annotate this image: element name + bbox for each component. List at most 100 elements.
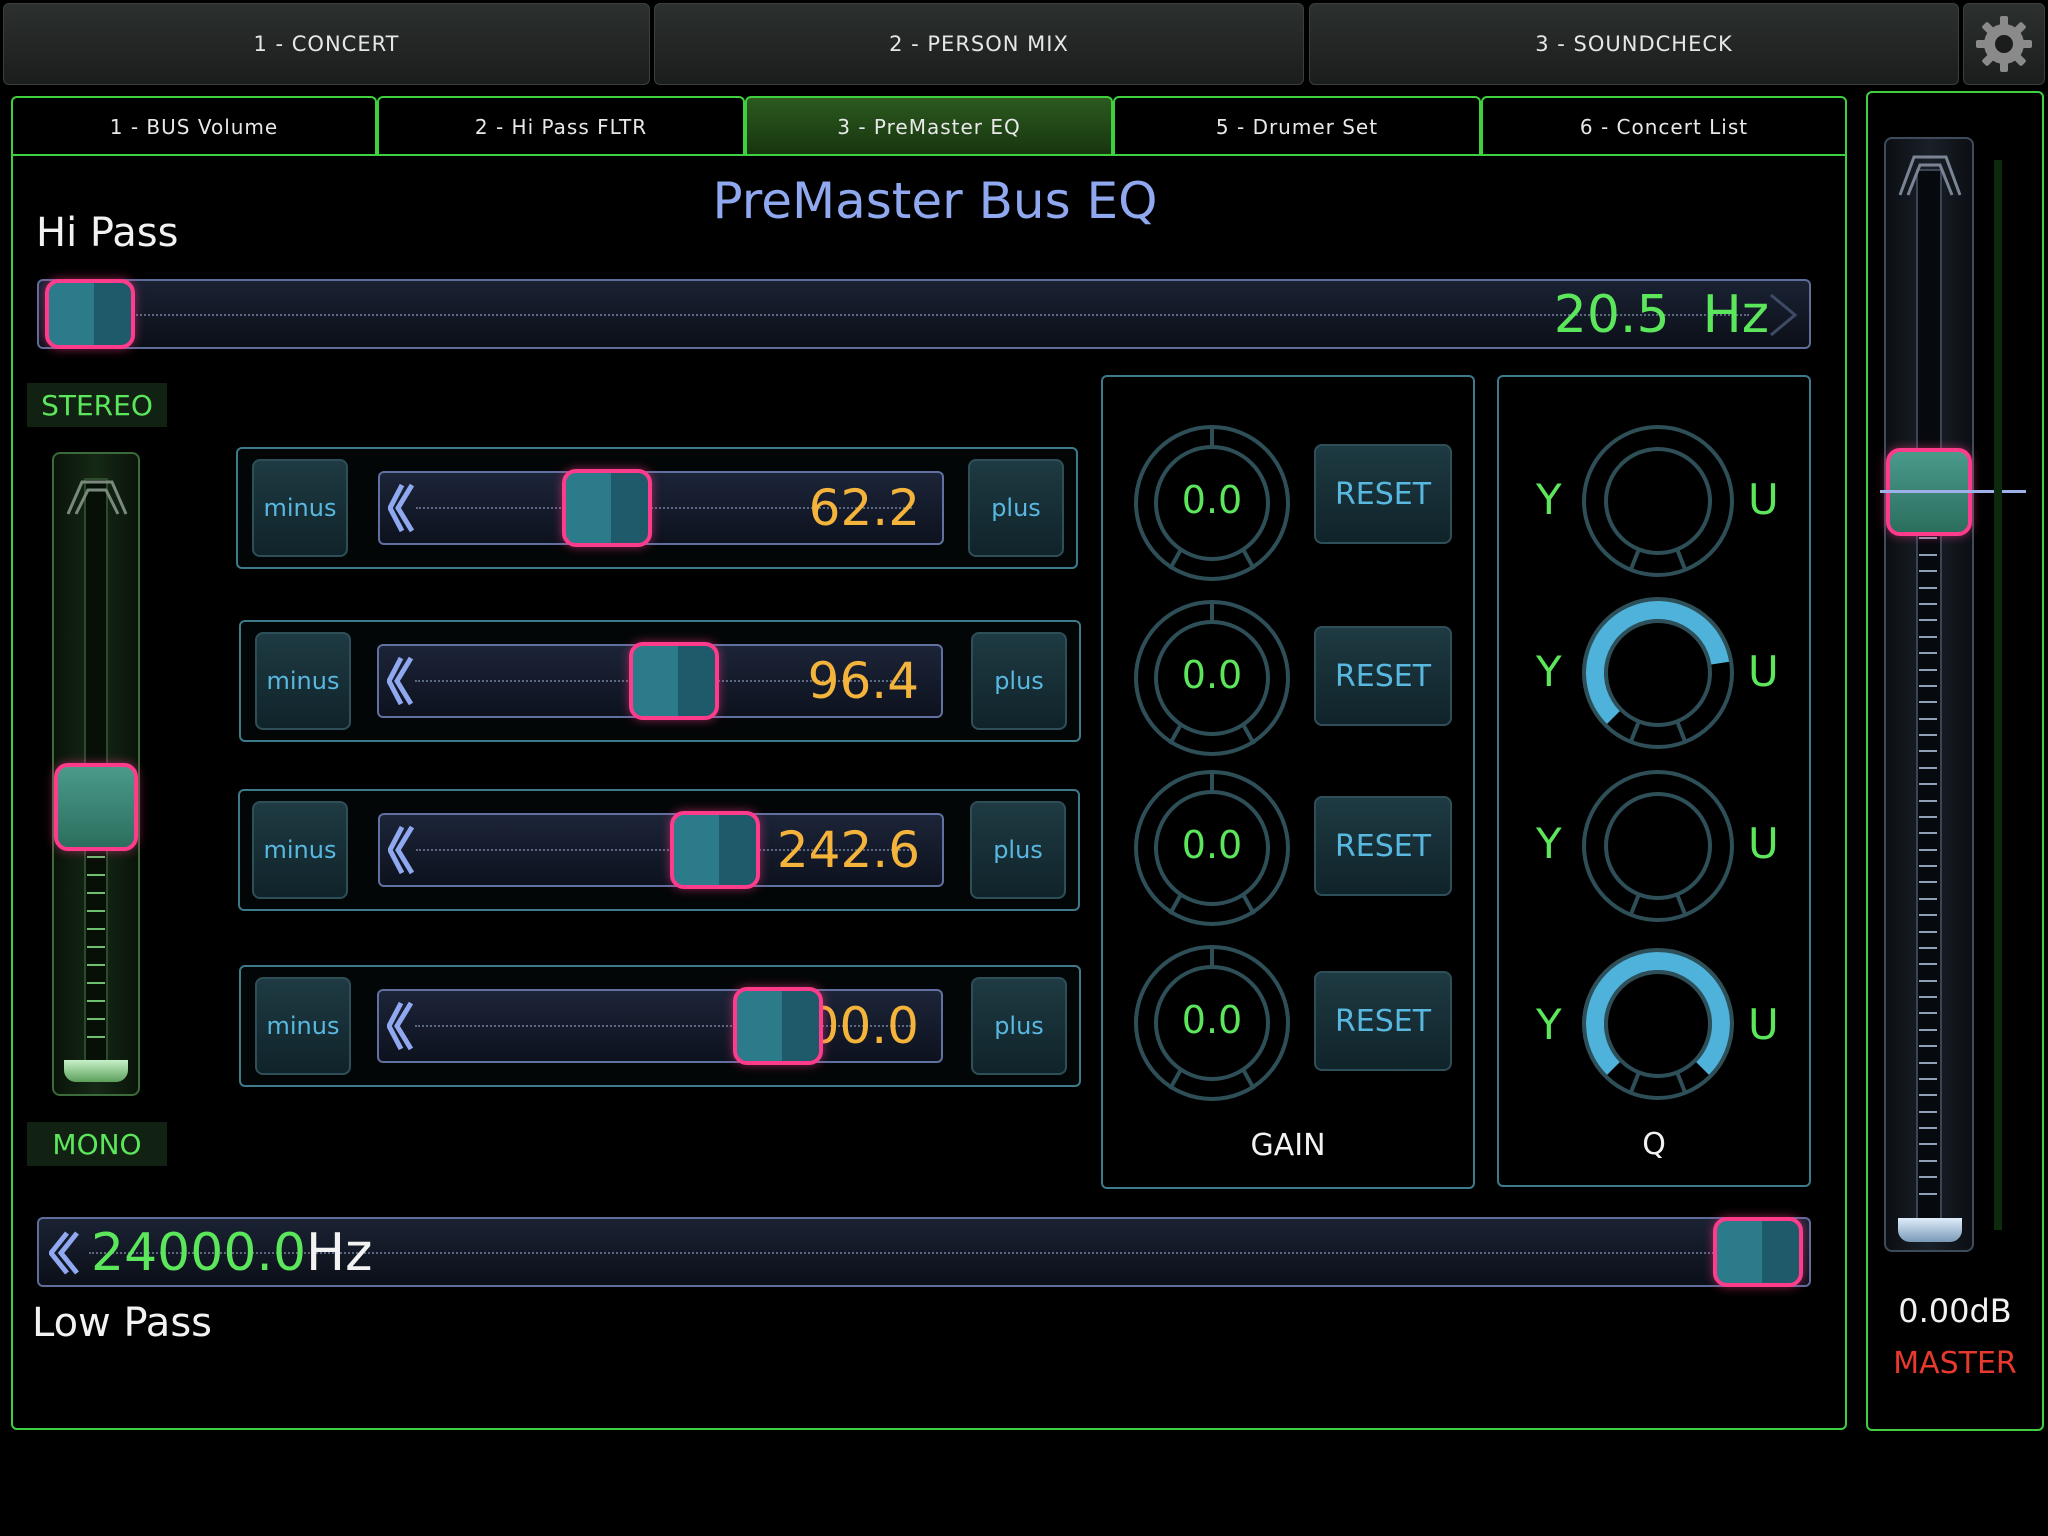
gain-value-2: 0.0 <box>1181 653 1243 697</box>
stereo-mono-fader[interactable] <box>52 452 140 1096</box>
band-3-value: 242.6 <box>776 821 920 879</box>
fader-tick <box>1919 1045 1937 1048</box>
fader-tick <box>1919 914 1937 917</box>
fader-tick <box>1919 1192 1937 1195</box>
chevron-left-icon <box>49 1231 79 1275</box>
top-tab-label: 1 - CONCERT <box>253 32 400 56</box>
band-3-thumb[interactable] <box>670 811 761 889</box>
stereo-label: STEREO <box>27 383 167 427</box>
gain-value-4: 0.0 <box>1181 998 1243 1042</box>
settings-button[interactable] <box>1963 3 2045 85</box>
q-right-label: U <box>1748 647 1779 696</box>
fader-tick <box>87 964 105 967</box>
band-3-slider[interactable]: 242.6 <box>378 811 944 889</box>
fader-tick <box>1919 897 1937 900</box>
master-meter <box>1994 160 2002 1230</box>
top-tab-concert[interactable]: 1 - CONCERT <box>3 3 650 85</box>
chevron-left-icon <box>388 825 414 875</box>
tab-label: 3 - PreMaster EQ <box>837 115 1021 139</box>
fader-tick <box>87 910 105 913</box>
low-pass-slider[interactable]: 24000.0Hz <box>37 1217 1811 1287</box>
fader-tick <box>1919 537 1937 540</box>
fader-tick <box>1919 635 1937 638</box>
q-left-label: Y <box>1536 819 1562 868</box>
chevron-right-icon <box>1770 293 1798 337</box>
fader-tick <box>1919 1176 1937 1179</box>
fader-ticks <box>1916 488 1942 1209</box>
fader-tick <box>1919 1012 1937 1015</box>
fader-tick <box>1919 783 1937 786</box>
eq-band-4: minus 1800.0 plus <box>239 965 1081 1087</box>
band-4-plus-button[interactable]: plus <box>971 977 1067 1075</box>
master-level-line <box>1880 490 2026 494</box>
fader-tick <box>1919 799 1937 802</box>
fader-base <box>64 1060 128 1082</box>
band-3-minus-button[interactable]: minus <box>252 801 348 899</box>
band-1-plus-button[interactable]: plus <box>968 459 1064 557</box>
band-1-thumb[interactable] <box>561 469 652 547</box>
tab-premaster-eq[interactable]: 3 - PreMaster EQ <box>745 96 1113 156</box>
tab-hi-pass-fltr[interactable]: 2 - Hi Pass FLTR <box>377 96 745 156</box>
fader-tick <box>1919 570 1937 573</box>
knob-tick <box>1675 1071 1688 1094</box>
fader-tick <box>1919 1127 1937 1130</box>
q-knob-3[interactable] <box>1580 768 1736 924</box>
band-2-slider[interactable]: 96.4 <box>377 642 943 720</box>
gain-reset-button-3[interactable]: RESET <box>1314 796 1452 896</box>
gain-reset-button-1[interactable]: RESET <box>1314 444 1452 544</box>
band-2-minus-button[interactable]: minus <box>255 632 351 730</box>
fader-tick <box>1919 603 1937 605</box>
gear-icon <box>1976 16 2032 72</box>
band-3-plus-button[interactable]: plus <box>970 801 1066 899</box>
fader-tick <box>1919 766 1937 769</box>
tab-label: 2 - Hi Pass FLTR <box>474 115 648 139</box>
q-right-label: U <box>1748 819 1779 868</box>
band-2-thumb[interactable] <box>628 642 719 720</box>
tab-bus-volume[interactable]: 1 - BUS Volume <box>11 96 377 156</box>
band-2-value: 96.4 <box>807 652 919 710</box>
band-1-slider[interactable]: 62.2 <box>378 469 944 547</box>
fader-tick <box>87 856 105 859</box>
master-label: MASTER <box>1893 1346 2017 1381</box>
gain-reset-button-2[interactable]: RESET <box>1314 626 1452 726</box>
top-tab-soundcheck[interactable]: 3 - SOUNDCHECK <box>1309 3 1959 85</box>
fader-tick <box>1919 946 1937 949</box>
q-left-label: Y <box>1536 647 1562 696</box>
gain-reset-button-4[interactable]: RESET <box>1314 971 1452 1071</box>
fader-tick <box>1919 668 1937 671</box>
low-pass-thumb[interactable] <box>1713 1217 1803 1287</box>
q-knob-4[interactable] <box>1580 946 1736 1102</box>
band-2-plus-button[interactable]: plus <box>971 632 1067 730</box>
hi-pass-slider[interactable]: 20.5 Hz <box>37 279 1811 349</box>
fader-tick <box>1919 553 1937 556</box>
band-4-slider[interactable]: 1800.0 <box>377 987 943 1065</box>
fader-base <box>1898 1218 1962 1242</box>
chevron-left-icon <box>387 1001 413 1051</box>
master-fader[interactable] <box>1884 137 1974 1252</box>
fader-tick <box>1919 832 1937 835</box>
knob-inner-ring <box>1604 970 1712 1078</box>
tab-concert-list[interactable]: 6 - Concert List <box>1481 96 1847 156</box>
band-4-thumb[interactable] <box>732 987 823 1065</box>
eq-band-2: minus 96.4 plus <box>239 620 1081 742</box>
fader-tick <box>1919 684 1937 687</box>
band-1-minus-button[interactable]: minus <box>252 459 348 557</box>
eq-band-3: minus 242.6 plus <box>238 789 1080 911</box>
q-knob-1[interactable] <box>1580 423 1736 579</box>
top-tab-person-mix[interactable]: 2 - PERSON MIX <box>654 3 1304 85</box>
hi-pass-thumb[interactable] <box>45 279 135 349</box>
fader-tick <box>1919 1143 1937 1146</box>
fader-tick <box>1919 996 1937 999</box>
q-knob-2[interactable] <box>1580 595 1736 751</box>
fader-tick <box>1919 881 1937 884</box>
tab-label: 6 - Concert List <box>1579 115 1749 139</box>
fader-tick <box>1919 1028 1937 1031</box>
fader-cap-icon <box>66 480 128 515</box>
stereo-mono-thumb[interactable] <box>54 762 138 851</box>
tab-drumer-set[interactable]: 5 - Drumer Set <box>1113 96 1481 156</box>
chevron-left-icon <box>387 656 413 706</box>
fader-tick <box>87 928 105 931</box>
fader-tick <box>1919 865 1937 868</box>
band-4-minus-button[interactable]: minus <box>255 977 351 1075</box>
knob-tick <box>1628 893 1641 916</box>
